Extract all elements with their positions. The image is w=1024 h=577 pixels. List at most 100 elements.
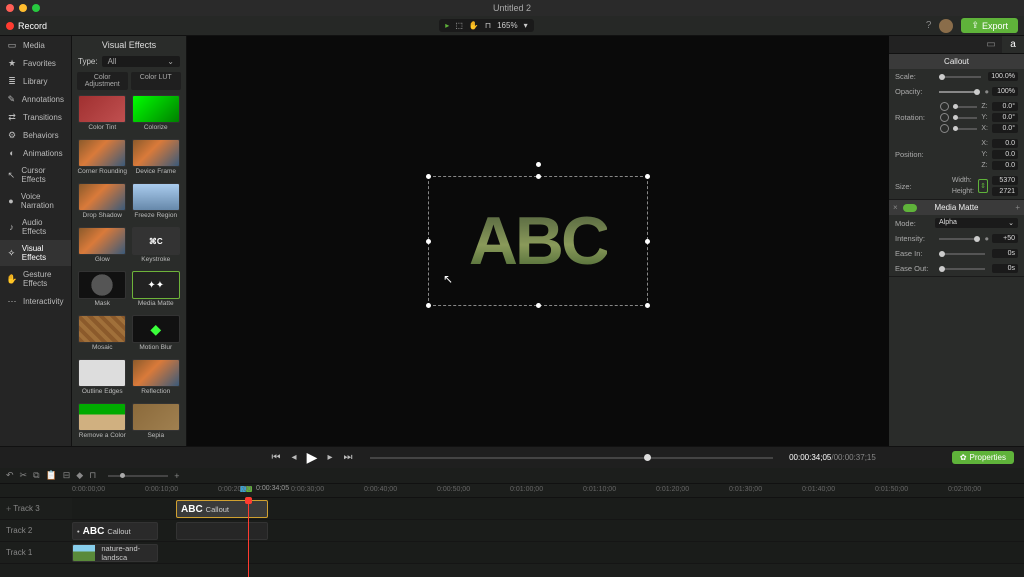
effect-drop-shadow[interactable]: Drop Shadow — [77, 183, 128, 224]
effect-mosaic[interactable]: Mosaic — [77, 315, 128, 356]
effect-remove-a-color[interactable]: Remove a Color — [77, 403, 128, 444]
effect-freeze-region[interactable]: Freeze Region — [131, 183, 182, 224]
canvas[interactable]: ABC — [187, 36, 889, 446]
zoom-in-icon[interactable]: + — [174, 471, 179, 481]
track-1-body[interactable]: nature-and-landsca — [72, 542, 1024, 563]
frame-fwd-icon[interactable]: ▸ — [324, 452, 336, 464]
zoom-dropdown-icon[interactable]: ▾ — [524, 21, 528, 30]
frame-back-icon[interactable]: ◂ — [288, 452, 300, 464]
filter-color-lut[interactable]: Color LUT — [131, 72, 182, 90]
callout-text[interactable]: ABC — [469, 202, 607, 280]
effect-outline-edges[interactable]: Outline Edges — [77, 359, 128, 400]
sidebar-item-annotations[interactable]: ✎Annotations — [0, 90, 71, 108]
filter-color-adjustment[interactable]: Color Adjustment — [77, 72, 128, 90]
resize-handle-tr[interactable] — [645, 174, 650, 179]
timeline-playhead[interactable] — [248, 498, 249, 577]
scrub-thumb[interactable] — [644, 454, 651, 461]
opacity-value[interactable]: 100% — [992, 87, 1018, 96]
rotate-handle[interactable] — [536, 162, 541, 167]
clip-media[interactable]: nature-and-landsca — [72, 544, 158, 562]
resize-handle-tl[interactable] — [426, 174, 431, 179]
mode-select[interactable]: Alpha⌄ — [935, 218, 1018, 228]
record-button[interactable]: Record — [6, 21, 47, 31]
tool-copy-icon[interactable]: ⧉ — [33, 470, 39, 481]
clip-callout-selected[interactable]: ABC Callout — [176, 500, 268, 518]
tool-paste-icon[interactable]: 📋 — [46, 470, 57, 481]
track-3-body[interactable]: ABC Callout — [72, 498, 1024, 519]
effect-corner-rounding[interactable]: Corner Rounding — [77, 139, 128, 180]
skip-fwd-icon[interactable]: ⏭ — [342, 452, 354, 464]
resize-handle-bl[interactable] — [426, 303, 431, 308]
sidebar-item-library[interactable]: ≣Library — [0, 72, 71, 90]
effect-mask[interactable]: Mask — [77, 271, 128, 312]
sidebar-item-animations[interactable]: ◐Animations — [0, 144, 71, 162]
sidebar-item-gesture-effects[interactable]: ✋Gesture Effects — [0, 266, 71, 292]
scale-slider[interactable] — [939, 76, 981, 78]
sidebar-item-interactivity[interactable]: ⋯Interactivity — [0, 292, 71, 310]
skip-back-icon[interactable]: ⏮ — [270, 452, 282, 464]
effect-reflection[interactable]: Reflection — [131, 359, 182, 400]
scale-value[interactable]: 100.0% — [988, 72, 1018, 81]
effect-media-matte[interactable]: ✦✦Media Matte — [131, 271, 182, 312]
tool-marker-icon[interactable]: ◆ — [76, 470, 83, 481]
easeout-slider[interactable] — [939, 268, 985, 270]
sidebar-item-transitions[interactable]: ⇄Transitions — [0, 108, 71, 126]
notification-icon[interactable]: ? — [926, 20, 932, 31]
sidebar-item-cursor-effects[interactable]: ↖Cursor Effects — [0, 162, 71, 188]
remove-effect-icon[interactable]: × — [893, 203, 898, 212]
tool-cut-icon[interactable]: ✂ — [20, 470, 28, 481]
sidebar-item-audio-effects[interactable]: ♪Audio Effects — [0, 214, 71, 240]
resize-handle-br[interactable] — [645, 303, 650, 308]
rotation-x-slider[interactable] — [953, 128, 977, 130]
timeline-zoom-slider[interactable] — [108, 475, 168, 477]
effect-color-tint[interactable]: Color Tint — [77, 95, 128, 136]
easein-slider[interactable] — [939, 253, 985, 255]
crop-tool-icon[interactable]: ⬚ — [455, 21, 463, 30]
tab-visual[interactable]: ▭ — [980, 36, 1002, 53]
sidebar-item-favorites[interactable]: ★Favorites — [0, 54, 71, 72]
add-track-icon[interactable]: + — [6, 504, 11, 514]
tool-split-icon[interactable]: ⊟ — [63, 470, 71, 481]
export-button[interactable]: ⇪ Export — [961, 18, 1018, 33]
add-effect-icon[interactable]: + — [1015, 203, 1020, 212]
sidebar-item-visual-effects[interactable]: ✧Visual Effects — [0, 240, 71, 266]
user-avatar[interactable] — [939, 19, 953, 33]
effect-glow[interactable]: Glow — [77, 227, 128, 268]
sidebar-item-behaviors[interactable]: ⚙Behaviors — [0, 126, 71, 144]
rotation-y-slider[interactable] — [953, 117, 977, 119]
effect-colorize[interactable]: Colorize — [131, 95, 182, 136]
sidebar-item-voice-narration[interactable]: ●Voice Narration — [0, 188, 71, 214]
clip-callout-2[interactable]: • ABC Callout — [72, 522, 158, 540]
tab-text[interactable]: a — [1002, 36, 1024, 53]
intensity-dot-icon[interactable]: ● — [984, 234, 989, 243]
close-window[interactable] — [6, 4, 14, 12]
resize-handle-bm[interactable] — [536, 303, 541, 308]
effect-toggle[interactable] — [903, 204, 917, 212]
effect-sepia[interactable]: Sepia — [131, 403, 182, 444]
scrubber[interactable] — [370, 457, 773, 459]
rotation-x-dial[interactable] — [940, 124, 949, 133]
link-icon[interactable]: ⇕ — [978, 179, 988, 193]
magnet-tool-icon[interactable]: ⊓ — [485, 21, 491, 30]
resize-handle-mr[interactable] — [645, 239, 650, 244]
resize-handle-tm[interactable] — [536, 174, 541, 179]
zoom-level[interactable]: 165% — [497, 21, 517, 30]
track-2-body[interactable]: • ABC Callout — [72, 520, 1024, 541]
effect-motion-blur[interactable]: ◆Motion Blur — [131, 315, 182, 356]
minimize-window[interactable] — [19, 4, 27, 12]
type-select[interactable]: All ⌄ — [102, 56, 180, 67]
pointer-tool-icon[interactable]: ▸ — [445, 21, 449, 30]
opacity-dot-icon[interactable]: ● — [984, 87, 989, 96]
tool-magnet-icon[interactable]: ⊓ — [89, 470, 96, 481]
play-button[interactable]: ▶ — [306, 452, 318, 464]
rotation-y-dial[interactable] — [940, 113, 949, 122]
properties-button[interactable]: ✿Properties — [952, 451, 1014, 464]
rotation-z-dial[interactable] — [940, 102, 949, 111]
clip-ghost[interactable] — [176, 522, 268, 540]
timeline-ruler[interactable]: 0:00:34;05 0:00:00;00 0:00:10;00 0:00:20… — [0, 484, 1024, 498]
hand-tool-icon[interactable]: ✋ — [469, 21, 479, 30]
intensity-slider[interactable] — [939, 238, 977, 240]
effect-device-frame[interactable]: Device Frame — [131, 139, 182, 180]
maximize-window[interactable] — [32, 4, 40, 12]
tool-undo-icon[interactable]: ↶ — [6, 470, 14, 481]
